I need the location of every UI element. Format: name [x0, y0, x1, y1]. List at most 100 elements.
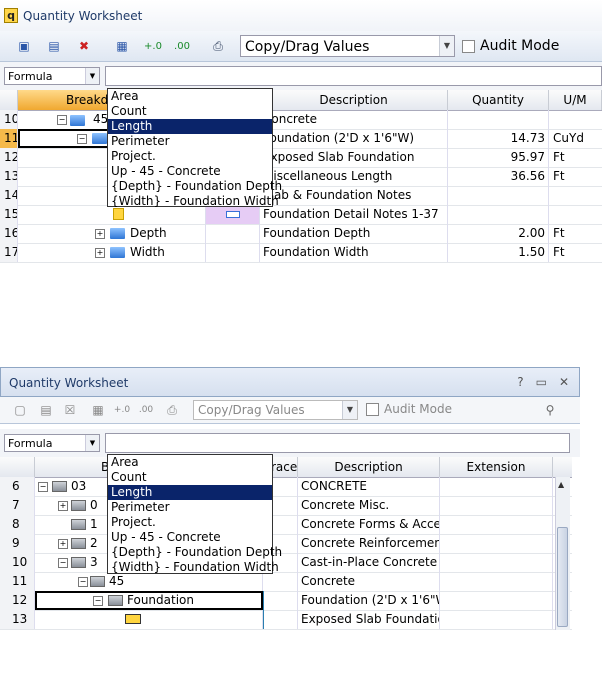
extension-header[interactable]: Extension [440, 457, 553, 477]
table-row[interactable]: 10 Concrete [0, 110, 602, 130]
vertical-scrollbar[interactable]: ▲ [555, 477, 570, 630]
description-cell: Concrete [298, 572, 440, 591]
quantity-header[interactable]: Quantity [448, 90, 549, 110]
add-folder-icon[interactable]: ▤ [44, 36, 64, 56]
close-icon[interactable]: ✕ [559, 375, 569, 389]
formula-type-select[interactable]: Formula ▼ [4, 434, 100, 452]
expand-toggle-icon[interactable]: + [58, 539, 68, 549]
decrease-decimal-icon[interactable]: .00 [172, 36, 192, 56]
print-icon[interactable]: ⎙ [162, 400, 182, 420]
add-item-icon[interactable]: ▢ [10, 400, 30, 420]
chevron-down-icon[interactable]: ▼ [439, 36, 454, 56]
row-number: 16 [0, 224, 18, 243]
dropdown-item[interactable]: Count [108, 104, 272, 119]
dropdown-item[interactable]: {Width} - Foundation Width [108, 194, 279, 209]
table-row[interactable]: 12 Foundation (2'D x 1'6"W [0, 591, 572, 611]
formula-link-icon[interactable] [226, 211, 240, 218]
expand-toggle-icon[interactable]: − [78, 577, 88, 587]
copy-item-icon[interactable]: ▦ [88, 400, 108, 420]
top-worksheet-panel: q Quantity Worksheet ▣ ▤ ✖ ▦ +.0 .00 ⎙ C… [0, 0, 602, 265]
description-header[interactable]: Description [260, 90, 448, 110]
expand-toggle-icon[interactable]: − [58, 558, 68, 568]
trace-cell[interactable] [206, 224, 260, 243]
checkbox-box[interactable] [462, 39, 475, 53]
formula-input[interactable] [105, 66, 602, 86]
audit-mode-checkbox[interactable]: Audit Mode [366, 402, 452, 416]
chevron-down-icon[interactable]: ▼ [85, 68, 99, 84]
extension-cell [440, 534, 553, 553]
tree-label: 2 [90, 536, 98, 550]
checkbox-box[interactable] [366, 402, 379, 416]
dropdown-item[interactable]: Count [108, 470, 272, 485]
delete-item-icon[interactable]: ☒ [60, 400, 80, 420]
scroll-up-icon[interactable]: ▲ [558, 480, 564, 489]
increase-decimal-icon[interactable]: +.0 [112, 400, 132, 420]
trace-cell[interactable] [263, 610, 298, 629]
trace-cell[interactable] [263, 591, 298, 610]
window-title: Quantity Worksheet [9, 376, 129, 390]
dropdown-item[interactable]: Area [108, 89, 272, 104]
add-folder-icon[interactable]: ▤ [36, 400, 56, 420]
table-row[interactable]: 16 Foundation Depth 2.00 Ft [0, 224, 602, 244]
increase-decimal-icon[interactable]: +.0 [143, 36, 163, 56]
formula-type-dropdown[interactable]: Area Count Length Perimeter Project. Up - 45 … [107, 454, 282, 575]
expand-toggle-icon[interactable]: + [58, 501, 68, 511]
table-row[interactable]: 12 Exposed Slab Foundation 95.97 Ft [0, 148, 602, 168]
table-row[interactable]: 17 Foundation Width 1.50 Ft [0, 243, 602, 263]
chevron-down-icon[interactable]: ▼ [342, 401, 357, 419]
dropdown-item[interactable]: {Depth} - Foundation Depth [108, 545, 282, 560]
table-row[interactable]: 13 Miscellaneous Length 36.56 Ft [0, 167, 602, 187]
pin-icon[interactable]: ⚲ [540, 400, 560, 420]
row-number: 8 [0, 515, 35, 534]
dropdown-item[interactable]: Length [108, 119, 272, 134]
dropdown-item[interactable]: Up - 45 - Concrete [108, 530, 272, 545]
dropdown-item[interactable]: Project. [108, 515, 272, 530]
tree-label: 1 [90, 517, 98, 531]
print-icon[interactable]: ⎙ [208, 36, 228, 56]
table-row[interactable]: 11 Foundation (2'D x 1'6"W) 14.73 CuYd [0, 129, 602, 149]
expand-toggle-icon[interactable]: + [95, 229, 105, 239]
breakdown-cell[interactable] [35, 610, 263, 629]
expand-toggle-icon[interactable]: − [77, 134, 87, 144]
decrease-decimal-icon[interactable]: .00 [136, 400, 156, 420]
row-number-header [0, 457, 35, 477]
folder-icon [110, 228, 125, 239]
description-cell: Cast-in-Place Concrete [298, 553, 440, 572]
restore-icon[interactable]: ▭ [536, 375, 547, 389]
scroll-thumb[interactable] [557, 527, 568, 627]
dropdown-item[interactable]: Perimeter [108, 500, 272, 515]
dropdown-item[interactable]: Area [108, 455, 272, 470]
formula-type-select[interactable]: Formula ▼ [4, 67, 100, 85]
drag-mode-select[interactable]: Copy/Drag Values ▼ [193, 400, 358, 420]
drag-mode-select[interactable]: Copy/Drag Values ▼ [240, 35, 455, 57]
bottom-worksheet-grid: B race Description Extension 6 CONCRETE 7 C… [0, 457, 572, 630]
dropdown-item[interactable]: {Depth} - Foundation Depth [108, 179, 282, 194]
dropdown-item[interactable]: {Width} - Foundation Width [108, 560, 279, 575]
dropdown-item[interactable]: Length [108, 485, 272, 500]
trace-cell[interactable] [206, 243, 260, 262]
table-row[interactable]: 15 Foundation Detail Notes 1-37 [0, 205, 602, 225]
formula-input[interactable] [105, 433, 570, 453]
folder-icon [52, 481, 67, 492]
add-item-icon[interactable]: ▣ [14, 36, 34, 56]
expand-toggle-icon[interactable]: − [38, 482, 48, 492]
help-icon[interactable]: ? [517, 375, 523, 389]
delete-item-icon[interactable]: ✖ [74, 36, 94, 56]
audit-mode-checkbox[interactable]: Audit Mode [462, 38, 559, 54]
dropdown-item[interactable]: Perimeter [108, 134, 272, 149]
dropdown-item[interactable]: Up - 45 - Concrete [108, 164, 272, 179]
table-row[interactable]: 13 Exposed Slab Foundation [0, 610, 572, 630]
expand-toggle-icon[interactable]: + [95, 248, 105, 258]
row-number: 7 [0, 496, 35, 515]
copy-item-icon[interactable]: ▦ [112, 36, 132, 56]
um-cell [549, 110, 602, 129]
dropdown-item[interactable]: Project. [108, 149, 272, 164]
expand-toggle-icon[interactable]: − [93, 596, 103, 606]
um-header[interactable]: U/M [549, 90, 602, 110]
chevron-down-icon[interactable]: ▼ [85, 435, 99, 451]
description-header[interactable]: Description [298, 457, 440, 477]
expand-toggle-icon[interactable]: − [57, 115, 67, 125]
row-number: 12 [0, 591, 35, 610]
formula-type-dropdown[interactable]: Area Count Length Perimeter Project. Up - 45 … [107, 88, 282, 209]
table-row[interactable]: 14 Slab & Foundation Notes [0, 186, 602, 206]
